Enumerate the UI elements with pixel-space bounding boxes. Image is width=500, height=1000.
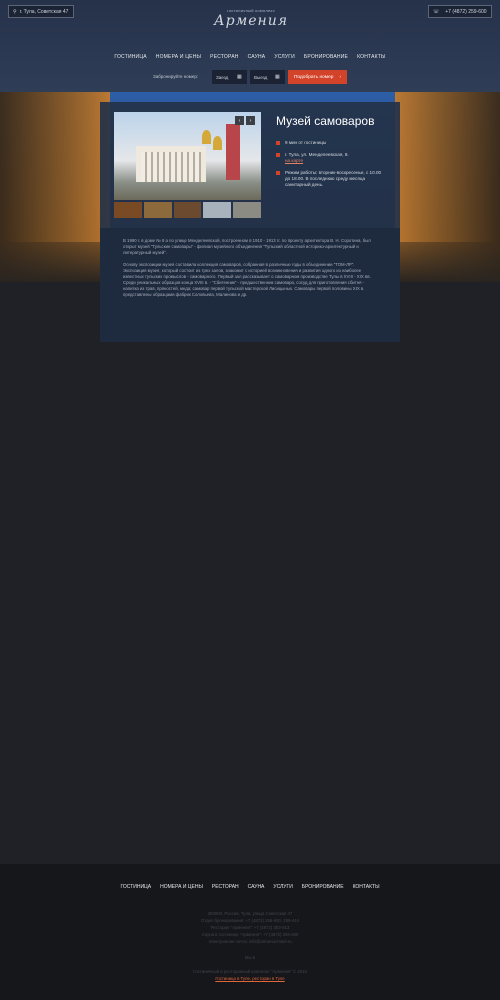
- thumbnail[interactable]: [114, 202, 142, 218]
- booking-bar: Забронируйте номер: Заезд ▦ Выезд ▦ Подо…: [0, 70, 500, 84]
- museum-address: г. Тула, ул. Менделеевская, 8.: [285, 152, 349, 157]
- checkin-field[interactable]: Заезд ▦: [212, 70, 247, 84]
- museum-photo[interactable]: ‹ ›: [114, 112, 261, 200]
- nav-item-rooms[interactable]: НОМЕРА И ЦЕНЫ: [156, 54, 201, 60]
- footer-nav-rooms[interactable]: НОМЕРА И ЦЕНЫ: [160, 884, 203, 890]
- info-hours: Режим работы: вторник-воскресенье, с 10.…: [276, 170, 386, 188]
- thumbnail[interactable]: [203, 202, 232, 218]
- phone-box[interactable]: ☏ +7 (4872) 259-600: [428, 5, 492, 18]
- map-link[interactable]: на карте: [285, 158, 349, 164]
- photo-dome: [202, 130, 211, 144]
- gallery-arrows: ‹ ›: [235, 116, 255, 125]
- info-distance: 9 мин от гостиницы: [276, 140, 386, 146]
- nav-item-hotel[interactable]: ГОСТИНИЦА: [114, 54, 146, 60]
- main-nav: ГОСТИНИЦА НОМЕРА И ЦЕНЫ РЕСТОРАН САУНА У…: [0, 54, 500, 60]
- nav-item-services[interactable]: УСЛУГИ: [274, 54, 295, 60]
- photo-tower: [226, 124, 240, 180]
- photo-dome: [213, 136, 222, 150]
- footer-nav-sauna[interactable]: САУНА: [248, 884, 265, 890]
- footer-seo-link[interactable]: Гостиница в Туле, ресторан в Туле: [0, 975, 500, 982]
- page-title: Музей самоваров: [276, 114, 375, 128]
- distance-text: 9 мин от гостиницы: [285, 140, 327, 145]
- footer-contact-line: Электронная почта: info@armenia-hotel.ru: [208, 939, 292, 944]
- footer-contact-line: Ресторан "Армения": +7 (4872) 303-013: [210, 925, 290, 930]
- footer-contact-line: Отдел бронирования: +7 (4872) 259-600, 2…: [200, 918, 300, 923]
- calendar-icon: ▦: [275, 74, 280, 80]
- footer-copyright: Гостиничный и ресторанный комплекс "Арме…: [0, 968, 500, 982]
- checkout-placeholder: Выезд: [254, 74, 268, 80]
- bullet-icon: [276, 153, 280, 157]
- museum-info: 9 мин от гостиницы г. Тула, ул. Менделее…: [276, 140, 386, 194]
- description-paragraph: В 1990 г. в доме № 8 а по улице Менделее…: [123, 238, 371, 255]
- footer-nav-restaurant[interactable]: РЕСТОРАН: [212, 884, 239, 890]
- photo-columns: [141, 152, 201, 182]
- checkout-field[interactable]: Выезд ▦: [250, 70, 285, 84]
- footer-nav-hotel[interactable]: ГОСТИНИЦА: [120, 884, 151, 890]
- logo[interactable]: гостиничный комплекс Армения: [210, 8, 292, 40]
- find-room-label: Подобрать номер: [293, 74, 334, 80]
- footer-social[interactable]: Мы в: [0, 955, 500, 960]
- hours-text: Режим работы: вторник-воскресенье, с 10.…: [285, 170, 382, 187]
- thumbnail[interactable]: [143, 202, 172, 218]
- bullet-icon: [276, 141, 280, 145]
- thumbnail[interactable]: [233, 202, 261, 218]
- logo-name: Армения: [214, 13, 288, 29]
- checkin-placeholder: Заезд: [216, 74, 229, 80]
- chevron-right-icon: ›: [339, 74, 342, 80]
- footer-nav-contacts[interactable]: КОНТАКТЫ: [353, 884, 380, 890]
- phone-icon: ☏: [433, 8, 440, 15]
- nav-item-contacts[interactable]: КОНТАКТЫ: [357, 54, 386, 60]
- footer-contact-line: Сауна в гостинице "Армения": +7 (4872) 2…: [201, 932, 299, 937]
- footer-nav: ГОСТИНИЦА НОМЕРА И ЦЕНЫ РЕСТОРАН САУНА У…: [0, 884, 500, 890]
- copyright-text: Гостиничный и ресторанный комплекс "Арме…: [193, 969, 307, 974]
- nav-item-sauna[interactable]: САУНА: [248, 54, 266, 60]
- footer-contacts: 300000, Россия, Тула, улица Советская 47…: [0, 910, 500, 945]
- bullet-icon: [276, 171, 280, 175]
- description-paragraph: Основу экспозиции музея составила коллек…: [123, 262, 371, 297]
- footer-contact-line: 300000, Россия, Тула, улица Советская 47: [207, 911, 293, 916]
- location-pin-icon: ⚲: [13, 8, 17, 15]
- prev-arrow-icon[interactable]: ‹: [235, 116, 244, 125]
- thumbnail-strip: [114, 202, 261, 218]
- next-arrow-icon[interactable]: ›: [246, 116, 255, 125]
- calendar-icon: ▦: [237, 74, 242, 80]
- footer-nav-services[interactable]: УСЛУГИ: [273, 884, 292, 890]
- footer-nav-booking[interactable]: БРОНИРОВАНИЕ: [302, 884, 344, 890]
- booking-label: Забронируйте номер:: [153, 74, 199, 79]
- nav-item-restaurant[interactable]: РЕСТОРАН: [210, 54, 238, 60]
- thumbnail[interactable]: [173, 202, 202, 218]
- phone-text: +7 (4872) 259-600: [445, 8, 487, 15]
- nav-item-booking[interactable]: БРОНИРОВАНИЕ: [304, 54, 348, 60]
- find-room-button[interactable]: Подобрать номер ›: [288, 70, 347, 84]
- address-text: г. Тула, Советская 47: [19, 8, 69, 15]
- info-address: г. Тула, ул. Менделеевская, 8. на карте: [276, 152, 386, 164]
- museum-description: В 1990 г. в доме № 8 а по улице Менделее…: [123, 238, 376, 304]
- address-box[interactable]: ⚲ г. Тула, Советская 47: [8, 5, 74, 18]
